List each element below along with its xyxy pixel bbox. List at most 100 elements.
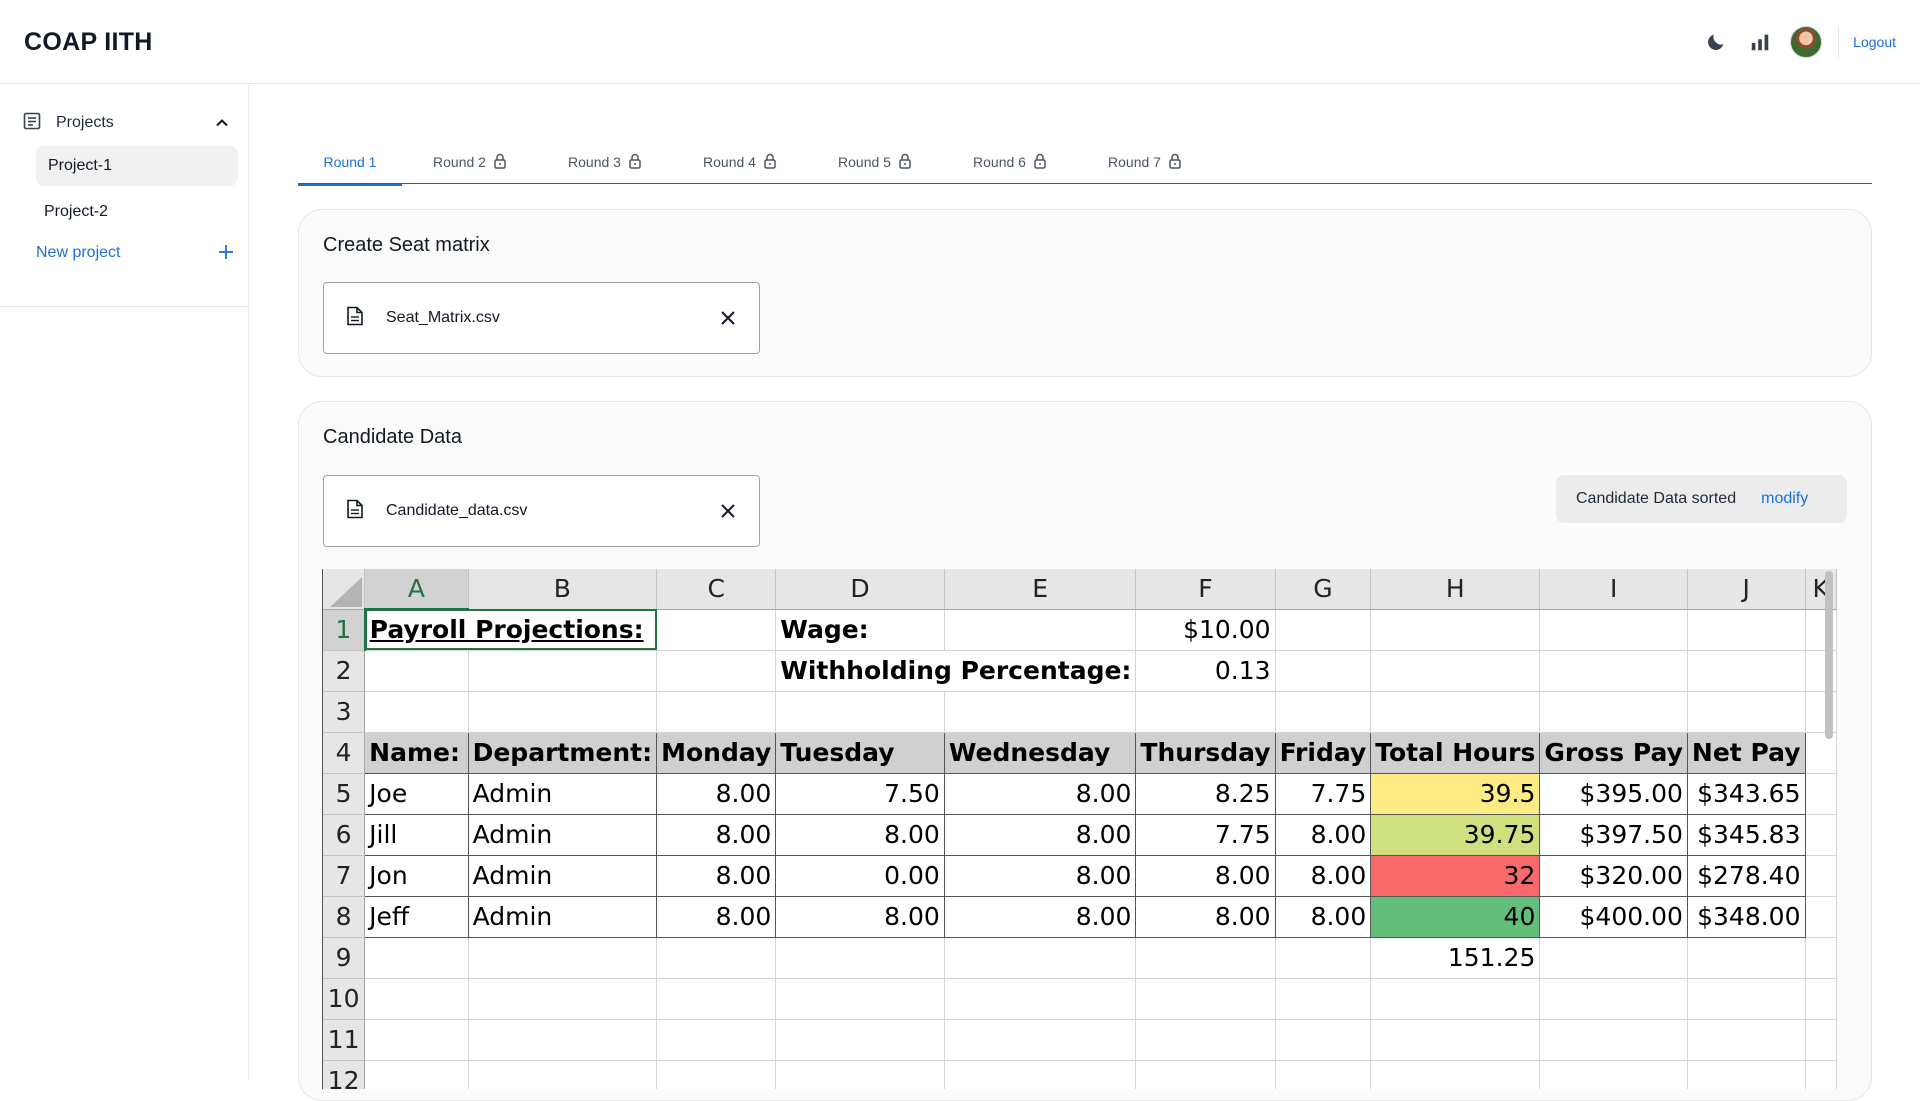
header-cell[interactable]: Monday: [656, 731, 777, 774]
row-header[interactable]: 10: [323, 978, 366, 1020]
cell[interactable]: [364, 1019, 469, 1061]
cell[interactable]: [1275, 937, 1372, 979]
cell[interactable]: [1805, 896, 1837, 938]
cell[interactable]: [944, 978, 1137, 1020]
header-cell[interactable]: Net Pay: [1686, 731, 1806, 774]
cell[interactable]: Admin: [467, 813, 658, 856]
cell[interactable]: [656, 650, 777, 692]
cell[interactable]: $343.65: [1686, 772, 1806, 815]
cell[interactable]: [944, 1019, 1137, 1061]
cell[interactable]: 7.75: [1135, 813, 1276, 856]
wage-label-cell[interactable]: Wage:: [775, 609, 945, 651]
cell[interactable]: [1370, 1060, 1541, 1089]
cell[interactable]: [1275, 650, 1372, 692]
cell[interactable]: [656, 978, 777, 1020]
cell[interactable]: [1275, 1019, 1372, 1061]
row-header[interactable]: 6: [323, 814, 366, 856]
candidate-data-file[interactable]: Candidate_data.csv: [323, 475, 760, 547]
header-cell[interactable]: Wednesday: [943, 731, 1137, 774]
cell[interactable]: [364, 978, 469, 1020]
withholding-label-cell[interactable]: Withholding Percentage:: [775, 650, 1137, 692]
modify-button[interactable]: modify: [1761, 490, 1808, 508]
row-header[interactable]: 3: [323, 691, 366, 733]
cell[interactable]: 8.00: [1274, 895, 1372, 938]
cell[interactable]: [1687, 650, 1806, 692]
tab-round-3[interactable]: Round 3: [537, 140, 672, 184]
cell[interactable]: [1135, 937, 1276, 979]
cell[interactable]: [1275, 1060, 1372, 1089]
cell[interactable]: [1805, 978, 1837, 1020]
cell[interactable]: $345.83: [1686, 813, 1806, 856]
cell[interactable]: 8.00: [775, 813, 945, 856]
cell[interactable]: 8.00: [775, 895, 945, 938]
cell[interactable]: [1275, 978, 1372, 1020]
tab-round-6[interactable]: Round 6: [942, 140, 1077, 184]
column-header[interactable]: H: [1370, 569, 1541, 610]
sheet-title-cell[interactable]: Payroll Projections:: [364, 609, 658, 651]
moon-icon[interactable]: [1702, 28, 1730, 56]
header-cell[interactable]: Gross Pay: [1539, 731, 1688, 774]
cell[interactable]: [775, 1019, 945, 1061]
cell[interactable]: [1135, 691, 1276, 733]
cell[interactable]: [1805, 855, 1837, 897]
cell[interactable]: [1539, 1060, 1688, 1089]
cell[interactable]: 8.00: [1274, 813, 1372, 856]
cell[interactable]: 7.50: [775, 772, 945, 815]
cell[interactable]: [1687, 691, 1806, 733]
cell[interactable]: [1805, 773, 1837, 815]
bar-chart-icon[interactable]: [1746, 28, 1774, 56]
cell[interactable]: [1687, 1060, 1806, 1089]
cell[interactable]: Admin: [467, 772, 658, 815]
total-hours-sum-cell[interactable]: 151.25: [1370, 937, 1541, 979]
cell[interactable]: [1805, 937, 1837, 979]
cell[interactable]: [1275, 609, 1372, 651]
new-project-button[interactable]: New project: [36, 235, 238, 271]
row-header[interactable]: 5: [323, 773, 366, 815]
cell[interactable]: [656, 937, 777, 979]
cell[interactable]: 8.00: [1135, 854, 1276, 897]
cell[interactable]: [1687, 609, 1806, 651]
cell[interactable]: [1539, 650, 1688, 692]
header-cell[interactable]: Department:: [467, 731, 658, 774]
cell[interactable]: [944, 1060, 1137, 1089]
withholding-value-cell[interactable]: 0.13: [1135, 650, 1276, 692]
cell[interactable]: $400.00: [1539, 895, 1688, 938]
cell[interactable]: Admin: [467, 854, 658, 897]
column-header[interactable]: F: [1135, 569, 1276, 610]
cell[interactable]: [364, 937, 469, 979]
column-header[interactable]: A: [364, 569, 469, 610]
cell[interactable]: Jill: [364, 813, 469, 856]
cell[interactable]: [1687, 937, 1806, 979]
tab-round-1[interactable]: Round 1: [298, 140, 402, 186]
column-header[interactable]: J: [1687, 569, 1806, 610]
row-header[interactable]: 4: [323, 732, 366, 774]
projects-toggle[interactable]: Projects: [22, 107, 230, 139]
cell[interactable]: Joe: [364, 772, 469, 815]
column-header[interactable]: G: [1275, 569, 1372, 610]
cell[interactable]: [1687, 978, 1806, 1020]
cell[interactable]: [775, 691, 945, 733]
tab-round-4[interactable]: Round 4: [672, 140, 807, 184]
cell[interactable]: [944, 609, 1137, 651]
cell[interactable]: 8.00: [656, 813, 777, 856]
header-cell[interactable]: Friday: [1274, 731, 1372, 774]
row-header[interactable]: 9: [323, 937, 366, 979]
cell[interactable]: [468, 937, 658, 979]
row-header[interactable]: 7: [323, 855, 366, 897]
cell[interactable]: $348.00: [1686, 895, 1806, 938]
cell[interactable]: [364, 691, 469, 733]
cell[interactable]: [468, 691, 658, 733]
cell[interactable]: 8.00: [656, 895, 777, 938]
cell[interactable]: [1370, 650, 1541, 692]
cell[interactable]: [775, 978, 945, 1020]
cell[interactable]: 8.00: [1135, 895, 1276, 938]
cell[interactable]: [656, 1019, 777, 1061]
cell[interactable]: [944, 691, 1137, 733]
avatar[interactable]: [1790, 26, 1823, 58]
seat-matrix-file[interactable]: Seat_Matrix.csv: [323, 282, 760, 354]
cell[interactable]: Jeff: [364, 895, 469, 938]
cell[interactable]: [468, 1060, 658, 1089]
close-icon[interactable]: [719, 502, 737, 525]
cell[interactable]: 8.00: [943, 813, 1137, 856]
cell[interactable]: [1370, 978, 1541, 1020]
